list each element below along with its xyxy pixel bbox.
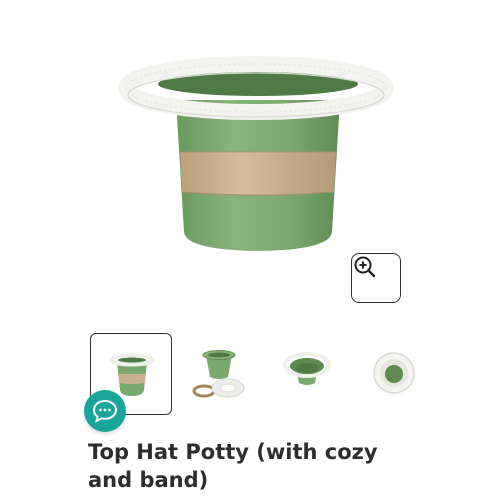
product-main-image[interactable] bbox=[0, 0, 500, 320]
top-hat-potty-image bbox=[118, 56, 394, 251]
product-title: Top Hat Potty (with cozy and band) bbox=[88, 440, 378, 492]
thumbnail-3[interactable] bbox=[266, 333, 348, 415]
thumbnail-2[interactable] bbox=[178, 333, 260, 415]
thumbnail-potty-with-band-cozy bbox=[192, 350, 245, 398]
chat-bubble-icon bbox=[92, 399, 118, 423]
thumbnail-potty-angled bbox=[283, 352, 331, 385]
chat-button[interactable] bbox=[84, 390, 126, 432]
zoom-in-icon bbox=[354, 256, 376, 278]
thumbnail-potty-top bbox=[373, 352, 415, 394]
thumbnail-gallery bbox=[88, 333, 436, 415]
zoom-button[interactable] bbox=[351, 253, 401, 303]
thumbnail-4[interactable] bbox=[354, 333, 436, 415]
